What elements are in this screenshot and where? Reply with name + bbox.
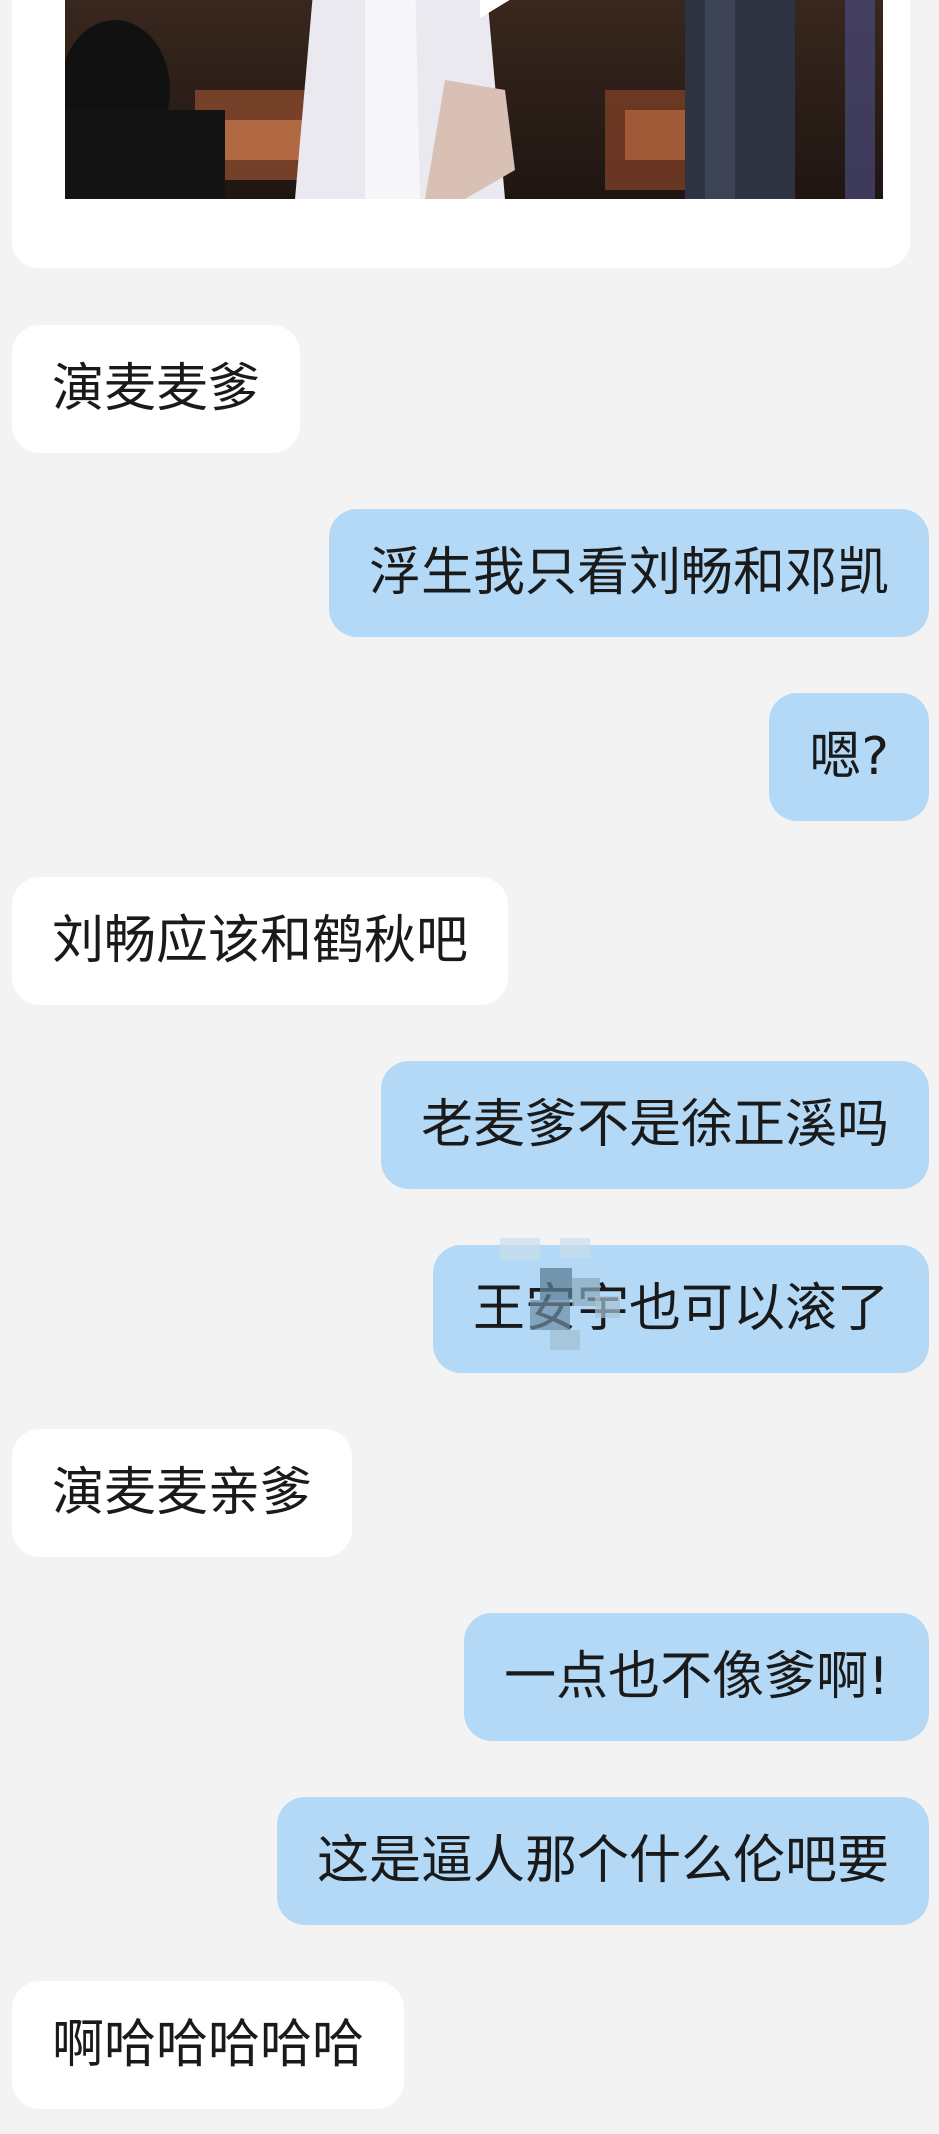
chat-bubble-outgoing[interactable]: 浮生我只看刘畅和邓凯 xyxy=(328,509,929,637)
message-text: 演麦麦亲爹 xyxy=(52,1463,313,1523)
play-icon[interactable] xyxy=(480,0,536,18)
message-text: 王安宇也可以滚了 xyxy=(472,1279,889,1339)
message-text: 演麦麦爹 xyxy=(52,359,261,419)
video-frame-image xyxy=(65,0,883,199)
chat-bubble-incoming[interactable]: 啊哈哈哈哈哈 xyxy=(12,1981,405,2109)
message-text: 刘畅应该和鹤秋吧 xyxy=(52,911,469,971)
video-thumbnail[interactable] xyxy=(65,0,883,199)
chat-bubble-outgoing[interactable]: 老麦爹不是徐正溪吗 xyxy=(380,1061,929,1189)
message-text: 一点也不像爹啊! xyxy=(504,1647,889,1707)
message-text: 这是逼人那个什么伦吧要 xyxy=(316,1831,889,1891)
chat-bubble-outgoing[interactable]: 这是逼人那个什么伦吧要 xyxy=(276,1797,929,1925)
chat-bubble-outgoing[interactable]: 一点也不像爹啊! xyxy=(464,1613,929,1741)
message-text: 嗯? xyxy=(809,727,889,787)
message-text: 老麦爹不是徐正溪吗 xyxy=(420,1095,889,1155)
chat-bubble-incoming[interactable]: 刘畅应该和鹤秋吧 xyxy=(12,877,509,1005)
message-text: 啊哈哈哈哈哈 xyxy=(52,2015,365,2075)
chat-bubble-incoming[interactable]: 演麦麦爹 xyxy=(12,325,301,453)
chat-bubble-incoming[interactable]: 演麦麦亲爹 xyxy=(12,1429,353,1557)
video-message-card[interactable] xyxy=(12,0,910,268)
chat-bubble-outgoing[interactable]: 王安宇也可以滚了 xyxy=(432,1245,929,1373)
message-text: 浮生我只看刘畅和邓凯 xyxy=(368,543,889,603)
chat-bubble-outgoing[interactable]: 嗯? xyxy=(769,693,929,821)
